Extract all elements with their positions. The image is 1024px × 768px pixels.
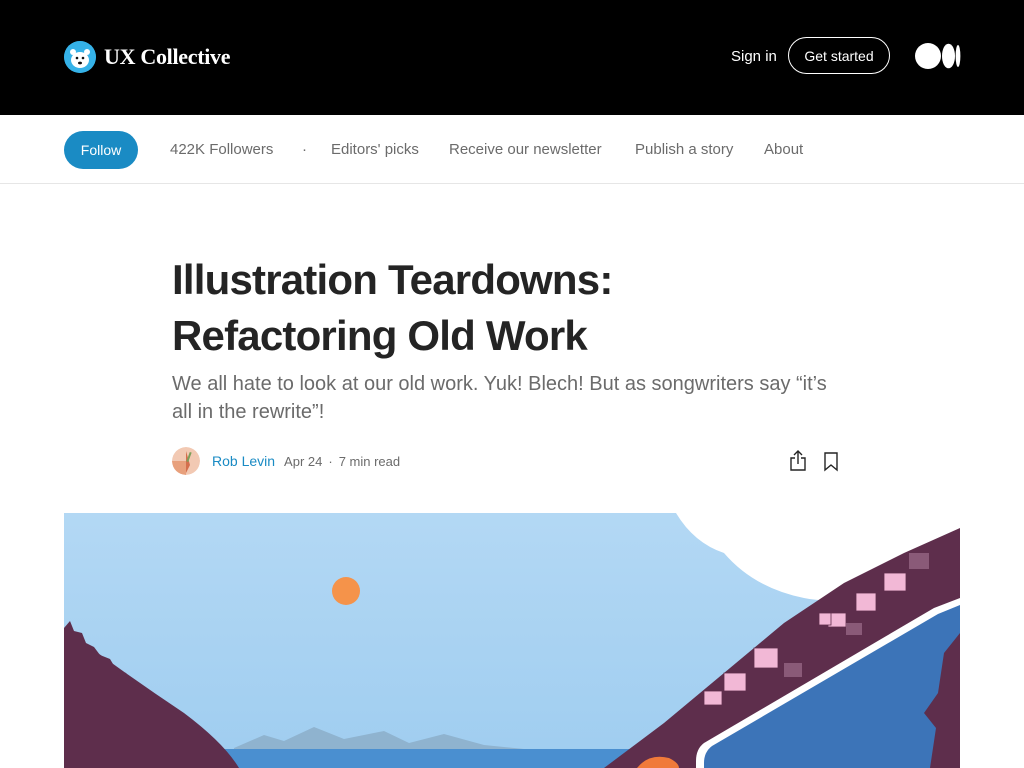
nav-editors-picks[interactable]: Editors' picks	[331, 141, 419, 158]
author-name-link[interactable]: Rob Levin	[212, 453, 275, 469]
publication-name: UX Collective	[104, 44, 231, 69]
article-title-line-2: Refactoring Old Work	[172, 312, 588, 359]
publication-nav: Follow 422K Followers · Editors' picks R…	[0, 115, 1024, 184]
nav-separator: ·	[302, 141, 307, 158]
top-header: UX Collective Sign in Get started	[0, 0, 1024, 115]
medium-logo-icon[interactable]	[915, 43, 961, 74]
article-meta: Rob Levin Apr 24 · 7 min read	[172, 447, 840, 475]
publication-brand[interactable]: UX Collective	[64, 41, 231, 73]
article-title-line-1: Illustration Teardowns:	[172, 256, 613, 303]
sign-in-link[interactable]: Sign in	[731, 48, 777, 65]
meta-separator: ·	[328, 453, 333, 469]
article-title: Illustration Teardowns: Refactoring Old …	[172, 252, 852, 364]
article-subtitle: We all hate to look at our old work. Yuk…	[172, 373, 827, 423]
author-avatar[interactable]	[172, 447, 200, 475]
hero-illustration	[64, 513, 960, 768]
nav-about[interactable]: About	[764, 141, 803, 158]
followers-count-link[interactable]: 422K Followers	[170, 141, 273, 158]
nav-publish-story[interactable]: Publish a story	[635, 141, 733, 158]
polar-bear-logo-icon	[64, 41, 96, 73]
publish-date: Apr 24	[284, 453, 323, 469]
share-icon[interactable]	[789, 450, 807, 475]
bookmark-icon[interactable]	[823, 452, 839, 475]
follow-button[interactable]: Follow	[64, 131, 138, 169]
get-started-button[interactable]: Get started	[788, 37, 890, 74]
nav-newsletter[interactable]: Receive our newsletter	[449, 141, 602, 158]
read-time: 7 min read	[338, 453, 401, 469]
